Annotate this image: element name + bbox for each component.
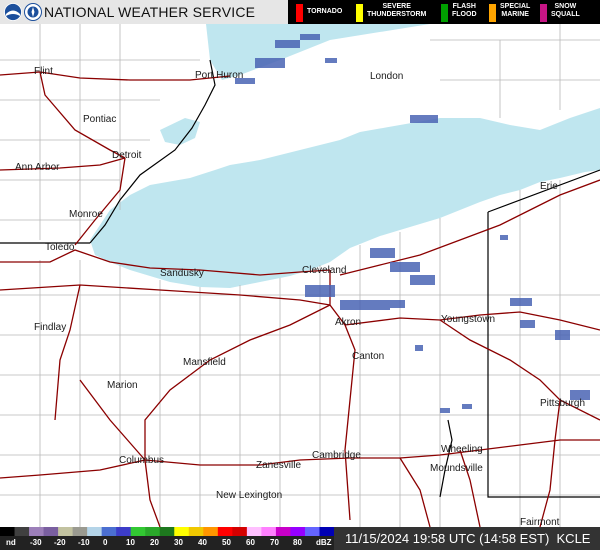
warning-swatch xyxy=(489,4,496,22)
dbz-color-scale xyxy=(0,527,334,536)
city-label: Detroit xyxy=(112,150,142,161)
city-label: Pontiac xyxy=(83,114,117,125)
warning-label: TORNADO xyxy=(307,8,343,15)
dbz-color-swatch xyxy=(203,527,219,536)
city-label: Pittsburgh xyxy=(540,398,586,409)
dbz-tick-label: dBZ xyxy=(316,538,332,547)
city-label: Marion xyxy=(107,380,138,391)
dbz-tick-label: -30 xyxy=(30,538,42,547)
dbz-tick-label: 70 xyxy=(270,538,279,547)
city-label: Youngstown xyxy=(441,314,496,325)
dbz-color-swatch xyxy=(130,527,146,536)
warning-special-marine: SPECIAL MARINE xyxy=(489,2,537,22)
city-label: Findlay xyxy=(34,322,67,333)
dbz-color-swatch xyxy=(101,527,117,536)
dbz-tick-label: 60 xyxy=(246,538,255,547)
dbz-tick-label: 10 xyxy=(126,538,135,547)
dbz-tick-label: nd xyxy=(6,538,16,547)
dbz-tick-label: 40 xyxy=(198,538,207,547)
warning-label: FLASH FLOOD xyxy=(452,3,477,18)
dbz-tick-label: 30 xyxy=(174,538,183,547)
city-label: Cambridge xyxy=(312,450,361,461)
city-label: Mansfield xyxy=(183,357,226,368)
dbz-color-swatch xyxy=(0,527,16,536)
dbz-color-swatch xyxy=(174,527,190,536)
dbz-color-swatch xyxy=(14,527,30,536)
dbz-color-swatch xyxy=(29,527,45,536)
dbz-color-swatch xyxy=(87,527,103,536)
city-label: Erie xyxy=(540,181,558,192)
dbz-color-swatch xyxy=(43,527,59,536)
warning-severe-thunderstorm: SEVERE THUNDERSTORM xyxy=(356,2,436,22)
warning-swatch xyxy=(296,4,303,22)
dbz-tick-label: 20 xyxy=(150,538,159,547)
city-label: Moundsville xyxy=(430,463,483,474)
city-label: Port Huron xyxy=(195,70,244,81)
city-label: Columbus xyxy=(119,455,165,466)
city-label: Zanesville xyxy=(256,460,302,471)
dbz-tick-label: 0 xyxy=(103,538,108,547)
city-label: Akron xyxy=(335,317,362,328)
city-label: Canton xyxy=(352,351,385,362)
dbz-color-swatch xyxy=(232,527,248,536)
dbz-tick-label: -20 xyxy=(54,538,66,547)
warning-label: SEVERE THUNDERSTORM xyxy=(367,3,427,18)
city-label: Sandusky xyxy=(160,268,204,279)
dbz-color-swatch xyxy=(246,527,262,536)
dbz-color-swatch xyxy=(159,527,175,536)
warning-swatch xyxy=(540,4,547,22)
dbz-color-swatch xyxy=(116,527,132,536)
warning-swatch xyxy=(356,4,363,22)
dbz-color-swatch xyxy=(319,527,334,536)
warning-snow-squall: SNOW SQUALL xyxy=(540,2,590,22)
nws-logo-icon xyxy=(24,3,42,21)
dbz-color-swatch xyxy=(261,527,277,536)
timestamp-text: 11/15/2024 19:58 UTC (14:58 EST) xyxy=(345,531,550,546)
station-id: KCLE xyxy=(556,531,591,546)
city-label: Toledo xyxy=(45,242,75,253)
dbz-color-swatch xyxy=(58,527,74,536)
dbz-color-swatch xyxy=(290,527,306,536)
warning-flash-flood: FLASH FLOOD xyxy=(441,2,486,22)
dbz-tick-label: 80 xyxy=(293,538,302,547)
warning-label: SPECIAL MARINE xyxy=(500,3,531,18)
noaa-logo-icon xyxy=(4,3,22,21)
dbz-color-swatch xyxy=(304,527,320,536)
dbz-label-scale: nd -30 -20 -10 0 10 20 30 40 50 60 70 80 dBZ xyxy=(0,536,334,550)
city-label: Monroe xyxy=(69,209,103,220)
city-label: Wheeling xyxy=(441,444,483,455)
dbz-color-swatch xyxy=(188,527,204,536)
warning-label: SNOW SQUALL xyxy=(551,3,580,18)
warning-swatch xyxy=(441,4,448,22)
warning-legend: TORNADO SEVERE THUNDERSTORM FLASH FLOOD … xyxy=(288,0,600,24)
city-label: Flint xyxy=(34,66,53,77)
city-label: London xyxy=(370,71,404,82)
page-title: NATIONAL WEATHER SERVICE xyxy=(44,4,256,20)
dbz-color-swatch xyxy=(145,527,161,536)
city-label: New Lexington xyxy=(216,490,283,501)
dbz-tick-label: -10 xyxy=(78,538,90,547)
timestamp: 11/15/2024 19:58 UTC (14:58 EST) KCLE xyxy=(345,531,590,546)
city-label: Ann Arbor xyxy=(15,162,60,173)
warning-tornado: TORNADO xyxy=(296,2,356,22)
dbz-color-swatch xyxy=(275,527,291,536)
city-label: Cleveland xyxy=(302,265,347,276)
dbz-color-swatch xyxy=(217,527,233,536)
dbz-color-swatch xyxy=(72,527,88,536)
dbz-tick-label: 50 xyxy=(222,538,231,547)
